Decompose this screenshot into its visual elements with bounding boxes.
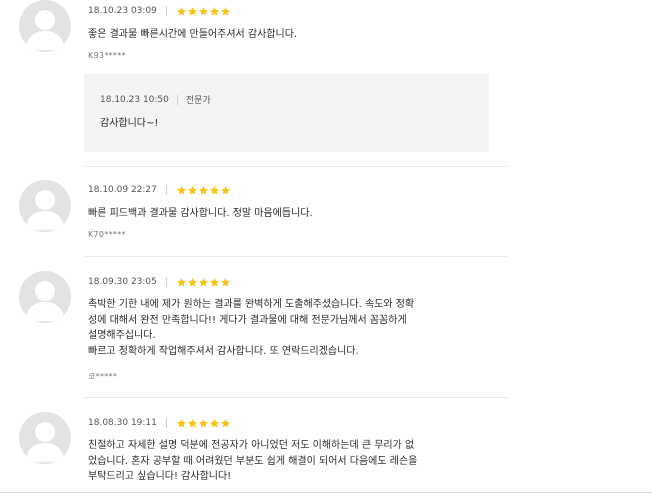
review-meta: 18.10.23 03:09 [88, 4, 231, 18]
review-user: K93***** [88, 51, 126, 60]
reply-author: 전문가 [185, 96, 211, 106]
reply-date: 18.10.23 10:50 [100, 94, 169, 105]
star-rating [176, 418, 231, 429]
review-meta: 18.08.30 19:11 [88, 416, 231, 430]
seller-reply: 18.10.23 10:50 전문가 감사합니다~! [84, 74, 489, 152]
avatar [19, 0, 71, 52]
review-line: 었습니다. 혼자 공부할 때 어려웠던 부분도 쉽게 해결이 되어서 다음에도 … [88, 455, 418, 467]
meta-separator [165, 185, 167, 195]
divider [84, 166, 508, 167]
review-date: 18.10.23 03:09 [88, 6, 157, 16]
avatar [19, 271, 71, 323]
review-date: 18.08.30 19:11 [88, 418, 157, 428]
meta-separator [165, 277, 167, 287]
star-icon [220, 277, 230, 286]
review-date: 18.10.09 22:27 [88, 185, 157, 195]
review-line: 부탁드리고 싶습니다! 감사합니다! [88, 471, 232, 482]
review-text: 빠른 피드백과 결과물 감사합니다. 정말 마음에듭니다. [88, 206, 428, 222]
user-silhouette-icon [25, 10, 65, 50]
star-icon [209, 418, 219, 427]
star-icon [198, 6, 208, 15]
meta-separator [165, 418, 167, 428]
bottom-border [0, 492, 652, 493]
review-line: 빠르고 정확하게 작업해주셔서 감사합니다. 또 연락드리겠습니다. [88, 345, 359, 357]
user-silhouette-icon [25, 190, 65, 230]
meta-separator [165, 6, 167, 16]
star-rating [176, 185, 231, 196]
star-icon [187, 277, 197, 286]
star-icon [209, 6, 219, 15]
review-line: 좋은 결과물 빠른시간에 만들어주셔서 감사합니다. [88, 29, 298, 40]
review-line: 빠른 피드백과 결과물 감사합니다. 정말 마음에듭니다. [88, 208, 313, 219]
star-rating [176, 6, 231, 17]
star-icon [198, 418, 208, 427]
star-icon [198, 277, 208, 286]
review-user: 코***** [88, 372, 118, 381]
star-icon [176, 418, 186, 427]
star-rating [176, 277, 231, 288]
review-date: 18.09.30 23:05 [88, 277, 157, 287]
review-line: 성에 대해서 완전 만족합니다!! 게다가 결과물에 대해 전문가님께서 꼼꼼하… [88, 314, 407, 326]
review-user: K70***** [88, 230, 126, 239]
reply-meta: 18.10.23 10:50 전문가 [100, 93, 211, 106]
review-text: 좋은 결과물 빠른시간에 만들어주셔서 감사합니다. [88, 27, 428, 43]
star-icon [220, 418, 230, 427]
divider [84, 397, 508, 398]
star-icon [176, 6, 186, 15]
review-meta: 18.09.30 23:05 [88, 275, 231, 289]
user-silhouette-icon [25, 281, 65, 321]
user-silhouette-icon [25, 422, 65, 462]
star-icon [198, 185, 208, 194]
review-line: 촉박한 기한 내에 제가 원하는 결과를 완벽하게 도출해주셨습니다. 속도와 … [88, 299, 415, 310]
star-icon [209, 185, 219, 194]
meta-separator [176, 94, 178, 105]
review-line: 설명해주십니다. [88, 330, 156, 341]
avatar [19, 180, 71, 232]
star-icon [187, 6, 197, 15]
review-meta: 18.10.09 22:27 [88, 183, 231, 197]
star-icon [187, 185, 197, 194]
star-icon [176, 185, 186, 194]
review-text: 친절하고 자세한 설명 덕분에 전공자가 아니었던 저도 이해하는데 큰 무리가… [88, 438, 418, 485]
star-icon [209, 277, 219, 286]
star-icon [220, 6, 230, 15]
reply-text: 감사합니다~! [100, 118, 159, 129]
review-line: 친절하고 자세한 설명 덕분에 전공자가 아니었던 저도 이해하는데 큰 무리가… [88, 440, 415, 451]
divider [84, 256, 508, 257]
star-icon [176, 277, 186, 286]
star-icon [187, 418, 197, 427]
review-text: 촉박한 기한 내에 제가 원하는 결과를 완벽하게 도출해주셨습니다. 속도와 … [88, 297, 418, 359]
star-icon [220, 185, 230, 194]
avatar [19, 412, 71, 464]
